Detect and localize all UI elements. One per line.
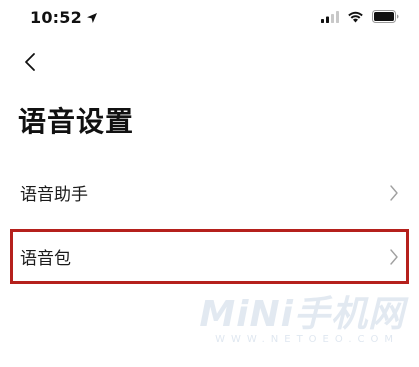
battery-icon [372, 10, 399, 23]
wifi-icon [348, 11, 363, 22]
status-bar: 10:52 [0, 0, 419, 36]
status-icons [321, 10, 399, 23]
status-time-group: 10:52 [30, 8, 98, 27]
list-item-voice-pack[interactable]: 语音包 [0, 232, 419, 282]
status-time: 10:52 [30, 8, 82, 27]
watermark-sub-text: WWW.NETOEO.COM [215, 334, 399, 345]
watermark-logo: MiNi手机网 WWW.NETOEO.COM [199, 294, 405, 346]
back-button[interactable] [16, 48, 44, 76]
chevron-left-icon [25, 53, 35, 71]
cellular-signal-icon [321, 10, 339, 23]
watermark-main-text: MiNi手机网 [199, 294, 405, 335]
location-arrow-icon [86, 12, 97, 23]
list-item-voice-assistant[interactable]: 语音助手 [0, 168, 419, 218]
chevron-right-icon [390, 249, 398, 265]
chevron-right-icon [390, 185, 398, 201]
list-item-label: 语音包 [20, 249, 71, 269]
list-item-label: 语音助手 [20, 185, 88, 205]
page-title: 语音设置 [18, 105, 135, 138]
